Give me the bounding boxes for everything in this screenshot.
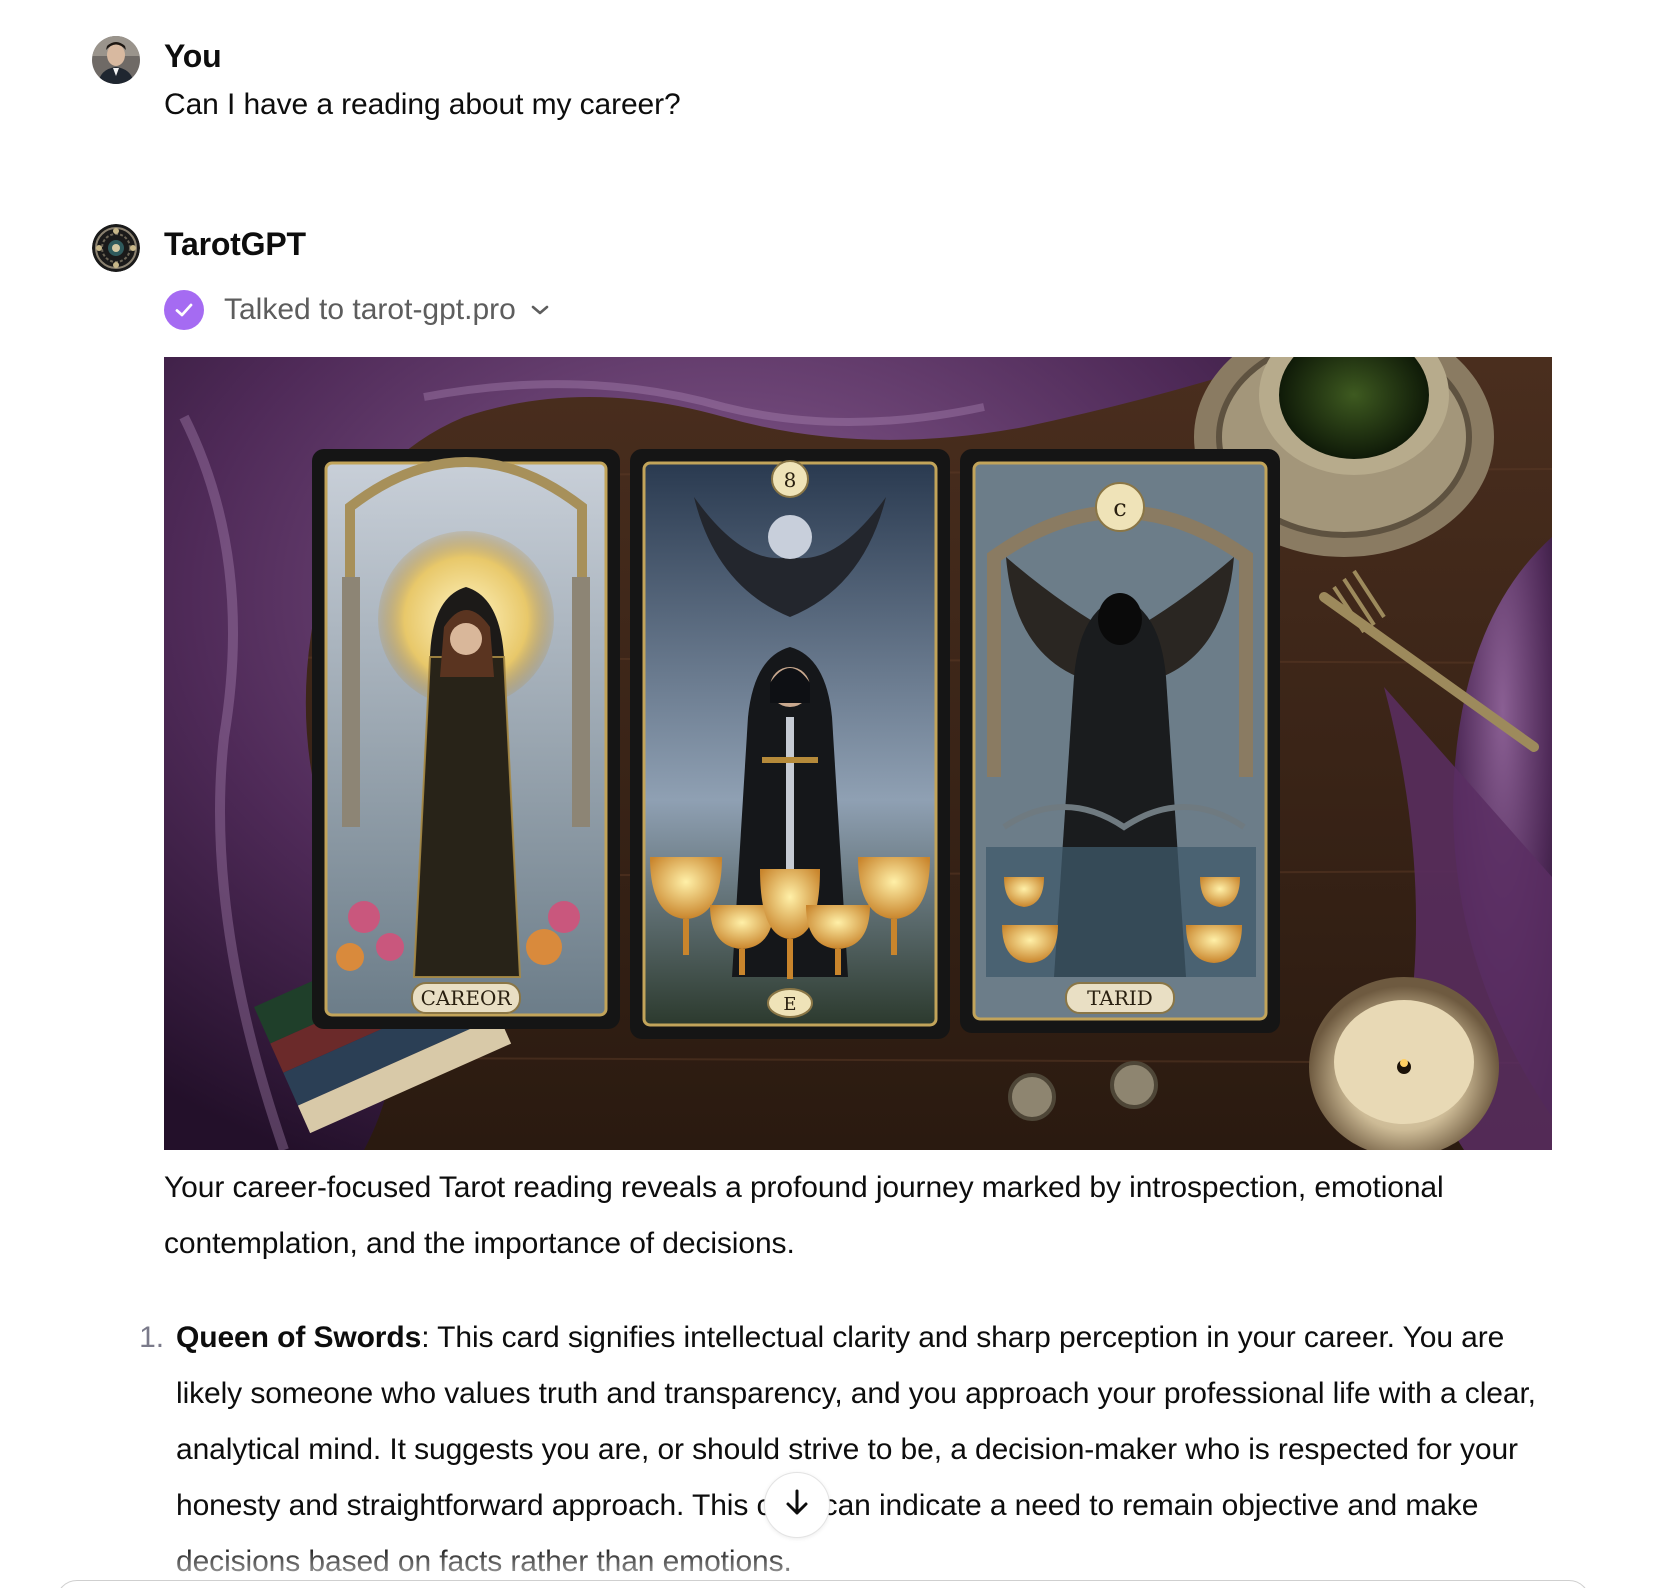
message-composer[interactable]: [56, 1580, 1590, 1588]
assistant-author-name: TarotGPT: [164, 226, 306, 262]
plugin-status-toggle[interactable]: Talked to tarot-gpt.pro: [164, 288, 550, 332]
tarot-reading-image[interactable]: CAREOR 8 E ⅽ TARID: [164, 357, 1552, 1150]
card-2-caption: E: [783, 994, 796, 1015]
user-author-name: You: [164, 38, 222, 74]
user-avatar: [92, 36, 140, 84]
card-3-number: ⅽ: [1113, 494, 1126, 522]
chat-page: You Can I have a reading about my career…: [0, 0, 1660, 1588]
plugin-status-text: Talked to tarot-gpt.pro: [224, 293, 516, 326]
card-3-caption: TARID: [1087, 986, 1153, 1010]
user-message-text: Can I have a reading about my career?: [164, 88, 681, 121]
reading-intro-text: Your career-focused Tarot reading reveal…: [164, 1171, 1444, 1260]
chevron-down-icon[interactable]: [530, 303, 550, 317]
tarotgpt-avatar: [92, 224, 140, 272]
check-icon: [164, 290, 204, 330]
arrow-down-icon: [783, 1488, 811, 1523]
list-item-title: Queen of Swords: [176, 1321, 422, 1354]
list-item-text: : This card signifies intellectual clari…: [176, 1321, 1536, 1578]
card-1-caption: CAREOR: [421, 986, 513, 1010]
list-item-number: 1.: [139, 1321, 164, 1354]
card-2-number: 8: [784, 468, 797, 492]
scroll-to-bottom-button[interactable]: [764, 1472, 830, 1538]
